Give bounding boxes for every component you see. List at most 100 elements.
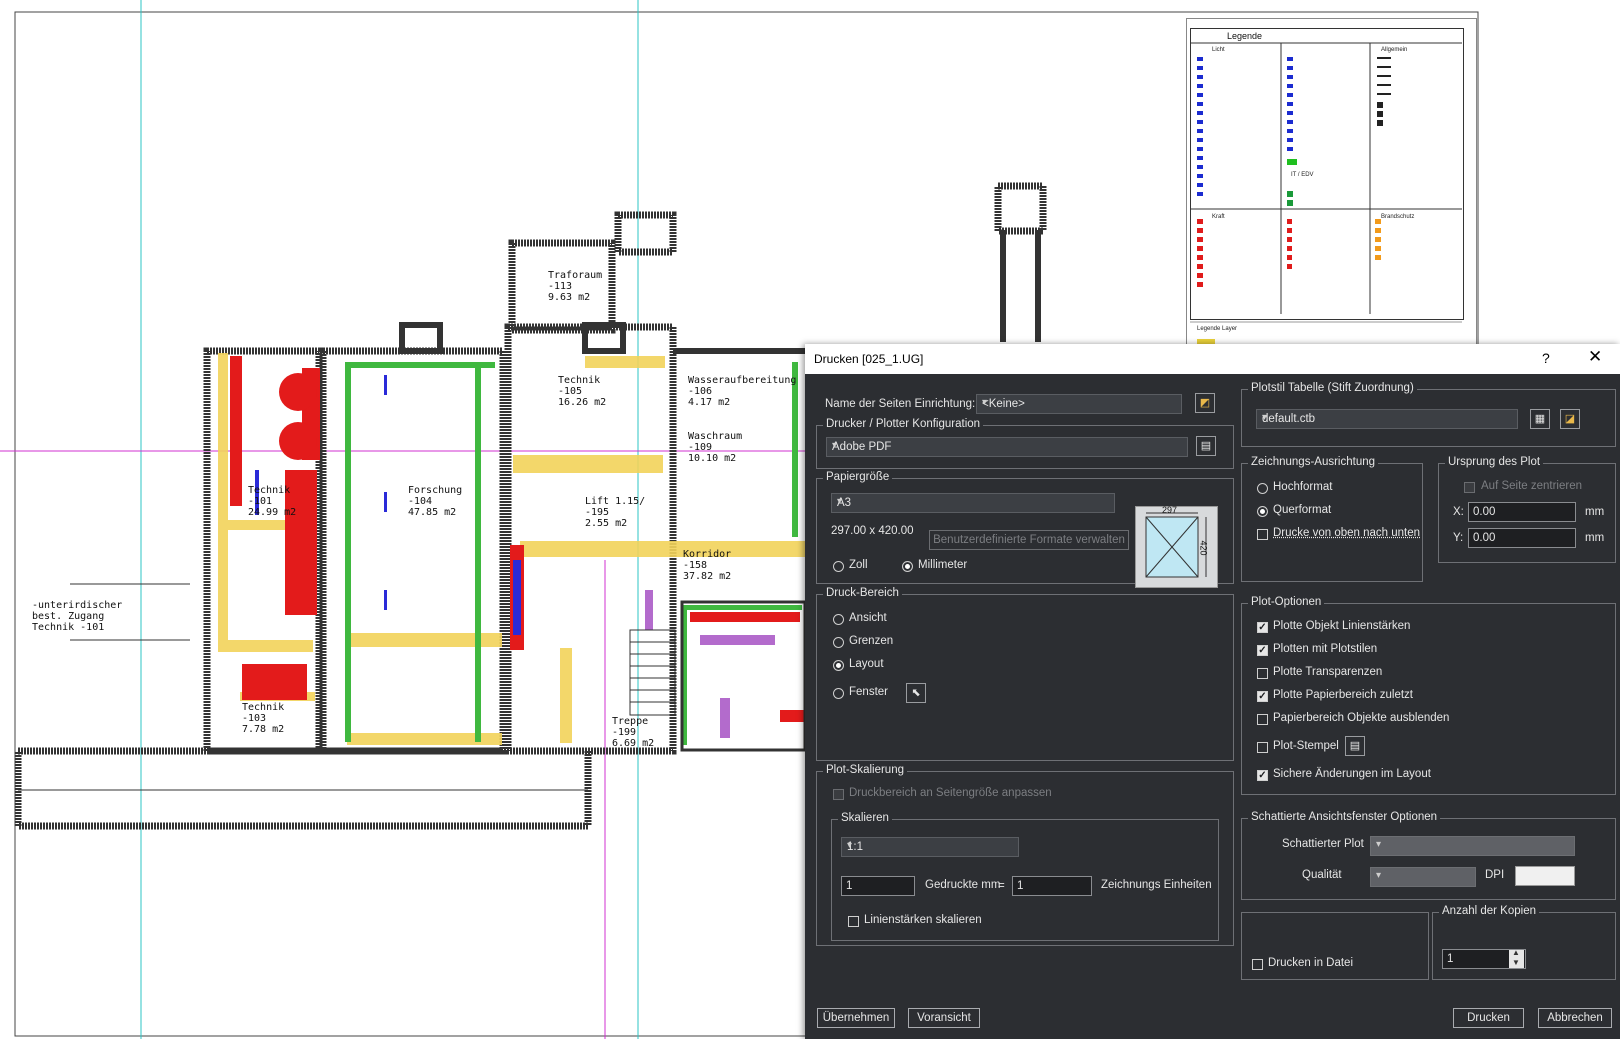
legend-layer-title: Legende Layer [1197,326,1238,332]
copies-caption: Anzahl der Kopien [1439,905,1539,917]
origin-x-unit: mm [1585,506,1605,518]
shaded-plot-select[interactable]: ▾ [1370,836,1575,856]
origin-y-label: Y: [1453,532,1464,544]
landscape-radio[interactable] [1257,506,1268,517]
plot-options-group: Plot-Optionen ✓ Plotte Objekt Linienstär… [1241,596,1616,795]
hide-paperspace-objects-checkbox[interactable] [1257,714,1268,725]
dpi-input[interactable] [1515,866,1575,886]
print-button[interactable]: Drucken [1453,1008,1524,1028]
spin-down-icon[interactable]: ▼ [1512,958,1520,967]
plot-transparency-checkbox[interactable] [1257,668,1268,679]
page-setup-icon: ◩ [1199,397,1211,409]
apply-button[interactable]: Übernehmen [817,1008,895,1028]
room-label-waschraum: Waschraum -109 10.10 m2 [688,431,742,464]
portrait-radio[interactable] [1257,483,1268,494]
plotstyle-select[interactable]: default.ctb ▾ [1256,409,1518,429]
close-button[interactable]: ✕ [1588,347,1602,367]
plot-stamp-checkbox[interactable] [1257,742,1268,753]
plotstyle-edit-button[interactable]: ▦ [1530,409,1550,429]
page-setup-select[interactable]: <Keine> ▾ [976,394,1182,414]
plot-stamp-settings-button[interactable]: ▤ [1345,736,1365,756]
paper-preview: 297 420 [1135,505,1218,588]
plot-lineweights-checkbox[interactable]: ✓ [1257,622,1268,633]
help-button[interactable]: ? [1542,350,1550,366]
chevron-down-icon: ▾ [982,397,988,408]
plot-area-layout-radio[interactable] [833,660,844,671]
plotstyle-new-button[interactable]: ◪ [1560,409,1580,429]
room-area: 9.63 m2 [548,292,591,303]
printer-select[interactable]: Adobe PDF ▾ [826,437,1188,457]
entrance-label: -unterirdischer best. Zugang Technik -10… [32,600,123,633]
room-number: -199 [612,727,637,738]
origin-y-value: 0.00 [1473,532,1496,544]
plot-paperspace-last-label: Plotte Papierbereich zuletzt [1273,689,1413,701]
room-name: Forschung [408,485,463,496]
room-area: 4.17 m2 [688,397,731,408]
spin-up-icon[interactable]: ▲ [1512,948,1520,957]
chevron-down-icon: ▾ [1262,412,1268,423]
paper-size-select[interactable]: A3 ▾ [831,493,1115,513]
plot-area-window-radio[interactable] [833,688,844,699]
quality-select[interactable]: ▾ [1370,867,1476,887]
chevron-down-icon: ▾ [847,840,853,851]
cancel-button[interactable]: Abbrechen [1538,1008,1612,1028]
plot-origin-group: Ursprung des Plot Auf Seite zentrieren X… [1438,456,1616,563]
print-dialog: Drucken [025_1.UG] ? ✕ Name der Seiten E… [805,344,1620,1039]
printer-properties-button[interactable]: ▤ [1196,436,1216,456]
shaded-plot-label: Schattierter Plot [1282,838,1364,850]
fit-to-paper-checkbox[interactable] [833,789,844,800]
plot-with-styles-checkbox[interactable]: ✓ [1257,645,1268,656]
room-number: -158 [683,560,708,571]
plotstyle-group: Plotstil Tabelle (Stift Zuordnung) defau… [1241,382,1616,447]
printer-caption: Drucker / Plotter Konfiguration [823,418,984,430]
room-number: -113 [548,281,573,292]
room-area: 6.69 m2 [612,738,655,749]
origin-x-input[interactable]: 0.00 [1468,502,1576,522]
center-on-page-checkbox[interactable] [1464,482,1475,493]
room-number: -104 [408,496,433,507]
unit-inch-radio[interactable] [833,561,844,572]
upside-down-checkbox[interactable] [1257,529,1268,540]
drawing-units-input[interactable]: 1 [1012,876,1092,896]
paper-dimensions: 297.00 x 420.00 [831,525,914,537]
dialog-titlebar[interactable]: Drucken [025_1.UG] ? ✕ [805,344,1620,374]
scale-select[interactable]: 1:1 ▾ [841,837,1019,857]
plot-area-limits-radio[interactable] [833,637,844,648]
origin-y-input[interactable]: 0.00 [1468,528,1576,548]
room-number: -103 [242,713,267,724]
room-number: -106 [688,386,713,397]
plot-area-caption: Druck-Bereich [823,587,902,599]
upside-down-label: Drucke von oben nach unten [1273,527,1421,539]
window-pick-button[interactable]: ⬉ [906,683,926,703]
room-label-lift: Lift 1.15/-195 2.55 m2 [585,496,645,529]
unit-mm-label: Millimeter [918,559,968,571]
copies-value: 1 [1447,953,1454,965]
shaded-viewport-group: Schattierte Ansichtsfenster Optionen Sch… [1241,811,1616,900]
plot-transparency-label: Plotte Transparenzen [1273,666,1383,678]
plot-lineweights-label: Plotte Objekt Linienstärken [1273,620,1411,632]
print-to-file-checkbox[interactable] [1252,959,1263,970]
preview-button[interactable]: Voransicht [908,1008,980,1028]
unit-mm-radio[interactable] [902,561,913,572]
fit-to-paper-label: Druckbereich an Seitengröße anpassen [849,787,1052,799]
stamp-settings-icon: ▤ [1349,740,1361,752]
scale-lineweights-checkbox[interactable] [848,916,859,927]
plot-scaling-caption: Plot-Skalierung [823,764,907,776]
copies-spinner[interactable]: ▲ ▼ [1509,948,1524,968]
new-table-icon: ◪ [1564,413,1576,425]
manage-formats-button[interactable]: Benutzerdefinierte Formate verwalten [929,530,1129,550]
room-name: Technik [242,702,285,713]
plot-paperspace-last-checkbox[interactable]: ✓ [1257,691,1268,702]
orientation-group: Zeichnungs-Ausrichtung Hochformat Querfo… [1241,456,1423,582]
plot-scaling-group: Plot-Skalierung Druckbereich an Seitengr… [816,764,1234,946]
room-label-wasser: Wasseraufbereitung -106 4.17 m2 [688,375,796,408]
equals-sign: = [998,880,1005,892]
printed-units-input[interactable]: 1 [841,876,915,896]
room-name: Korridor [683,549,732,560]
plot-area-view-radio[interactable] [833,614,844,625]
scale-lineweights-label: Linienstärken skalieren [864,914,982,926]
save-layout-changes-checkbox[interactable]: ✓ [1257,770,1268,781]
room-number: -101 [248,496,273,507]
paper-preview-width: 297 [1162,505,1178,515]
page-setup-add-button[interactable]: ◩ [1195,393,1215,413]
